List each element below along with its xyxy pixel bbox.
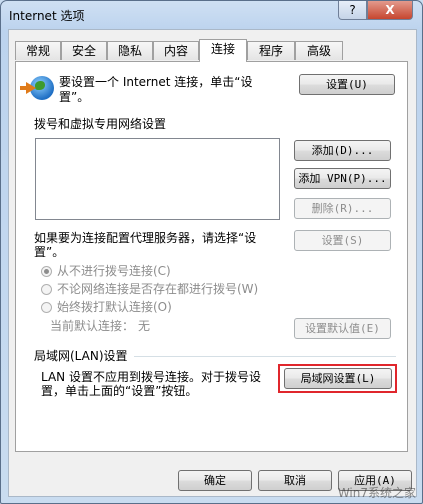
tab-privacy[interactable]: 隐私	[107, 41, 153, 60]
radio-never-dial[interactable]	[41, 266, 52, 277]
close-icon: X	[385, 3, 395, 17]
dialup-section-label: 拨号和虚拟专用网络设置	[34, 117, 167, 131]
dialog-client: 常规 安全 隐私 内容 连接 程序 高级 要设置一个 Internet 连接，单…	[8, 29, 417, 497]
tab-connections[interactable]: 连接	[199, 39, 247, 62]
current-default-value: 无	[138, 319, 151, 333]
tab-programs[interactable]: 程序	[247, 41, 295, 60]
proxy-settings-button[interactable]: 设置(S)	[294, 230, 391, 251]
lan-text-line2: 置，单击上面的“设置”按钮。	[41, 384, 198, 398]
lan-settings-button[interactable]: 局域网设置(L)	[284, 368, 392, 389]
proxy-text-line2: 置”。	[34, 245, 65, 259]
connections-panel: 要设置一个 Internet 连接，单击“设 置”。 设置(U) 拨号和虚拟专用…	[15, 61, 408, 452]
add-vpn-button[interactable]: 添加 VPN(P)...	[294, 168, 391, 189]
proxy-text-line1: 如果要为连接配置代理服务器，请选择“设	[34, 231, 257, 245]
tab-general[interactable]: 常规	[15, 41, 61, 60]
ok-button[interactable]: 确定	[178, 470, 252, 491]
radio-never-dial-label: 从不进行拨号连接(C)	[57, 264, 171, 278]
radio-dial-always-network-label: 不论网络连接是否存在都进行拨号(W)	[57, 282, 259, 296]
tab-security[interactable]: 安全	[61, 41, 107, 60]
tab-content[interactable]: 内容	[153, 41, 199, 60]
title-bar[interactable]: Internet 选项 ? X	[1, 1, 422, 29]
current-default-label: 当前默认连接：	[50, 319, 135, 333]
cancel-button[interactable]: 取消	[258, 470, 332, 491]
question-icon: ?	[349, 3, 356, 17]
lan-separator	[134, 356, 396, 357]
help-button[interactable]: ?	[338, 1, 367, 20]
connections-list[interactable]	[35, 138, 280, 220]
arrow-icon	[26, 82, 36, 94]
internet-options-window: Internet 选项 ? X 常规 安全 隐私 内容 连接 程序 高级 要设置…	[0, 0, 423, 504]
tab-advanced[interactable]: 高级	[295, 41, 343, 60]
setup-text-line2: 置”。	[59, 90, 90, 104]
delete-button[interactable]: 删除(R)...	[294, 198, 391, 219]
radio-always-default[interactable]	[41, 302, 52, 313]
setup-text-line1: 要设置一个 Internet 连接，单击“设	[59, 75, 253, 89]
lan-section-label: 局域网(LAN)设置	[34, 349, 128, 363]
add-button[interactable]: 添加(D)...	[294, 140, 391, 161]
radio-dial-always-network[interactable]	[41, 284, 52, 295]
setup-button[interactable]: 设置(U)	[299, 74, 395, 95]
window-title: Internet 选项	[9, 9, 85, 23]
set-default-button[interactable]: 设置默认值(E)	[294, 318, 391, 339]
radio-always-default-label: 始终拨打默认连接(O)	[57, 300, 172, 314]
close-button[interactable]: X	[367, 1, 413, 20]
watermark-logo: Win7系统之家	[337, 486, 416, 500]
